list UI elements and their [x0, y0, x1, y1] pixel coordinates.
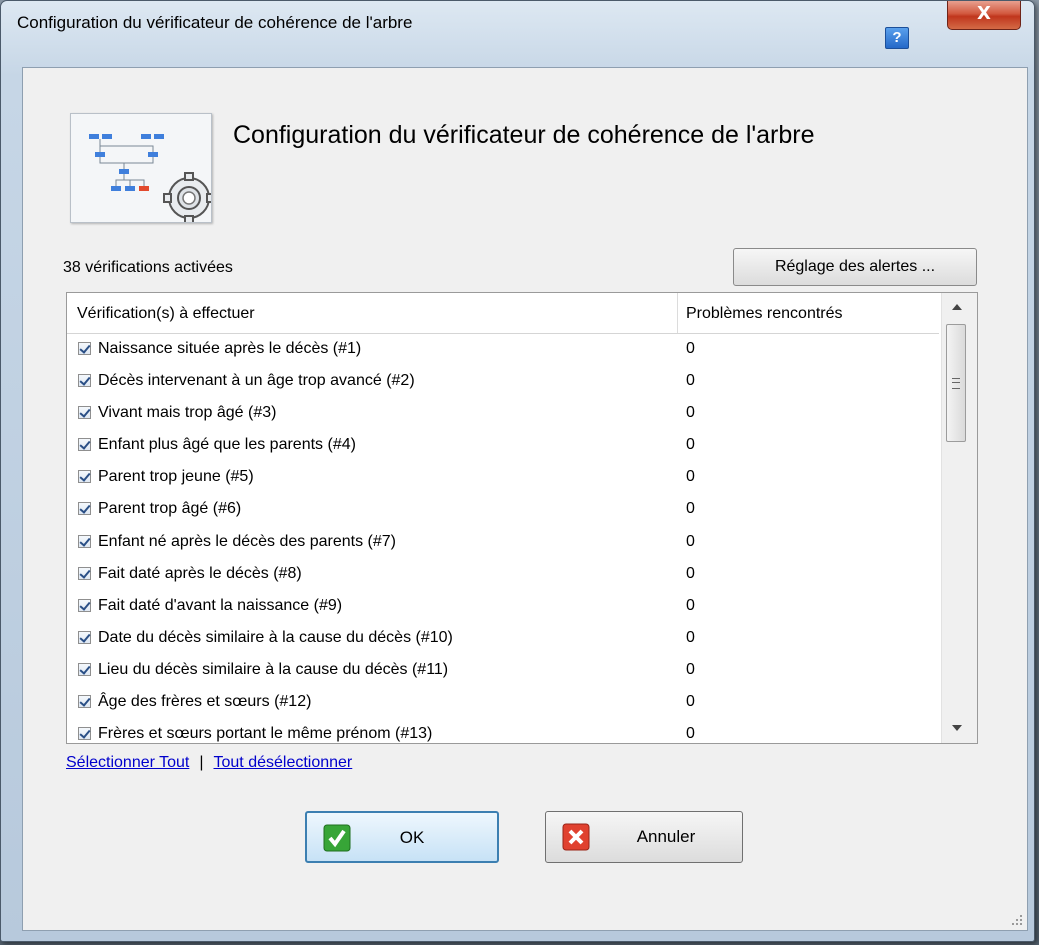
table-row[interactable]: Fait daté après le décès (#8) 0	[67, 559, 939, 591]
problems-count: 0	[686, 340, 695, 357]
problems-count: 0	[686, 725, 695, 743]
row-checkbox[interactable]	[78, 342, 91, 355]
vertical-scrollbar[interactable]	[941, 293, 977, 743]
problems-count: 0	[686, 532, 695, 550]
check-label: Lieu du décès similaire à la cause du dé…	[98, 660, 449, 678]
row-checkbox[interactable]	[78, 406, 91, 420]
row-checkbox[interactable]	[78, 630, 91, 644]
table-row[interactable]: Parent trop jeune (#5) 0	[67, 462, 939, 494]
table-row[interactable]: Lieu du décès similaire à la cause du dé…	[67, 655, 939, 687]
table-row[interactable]: Date du décès similaire à la cause du dé…	[67, 623, 939, 655]
table-header: Vérification(s) à effectuer Problèmes re…	[67, 293, 939, 334]
row-checkbox[interactable]	[78, 470, 91, 484]
link-separator: |	[199, 754, 204, 771]
page-title: Configuration du vérificateur de cohéren…	[233, 121, 815, 149]
table-row[interactable]: Enfant plus âgé que les parents (#4) 0	[67, 430, 939, 462]
column-divider[interactable]	[677, 293, 678, 333]
problems-count: 0	[686, 500, 695, 518]
table-body: Naissance située après le décès (#1) 0 Déc…	[67, 334, 939, 743]
scroll-up-arrow-icon[interactable]	[952, 304, 962, 310]
alerts-settings-button[interactable]: Réglage des alertes ...	[733, 248, 977, 286]
column-header-problems[interactable]: Problèmes rencontrés	[686, 305, 843, 323]
problems-count: 0	[686, 693, 695, 711]
cancel-button-label: Annuler	[636, 827, 696, 846]
table-row[interactable]: Parent trop âgé (#6) 0	[67, 494, 939, 526]
row-checkbox[interactable]	[78, 566, 91, 580]
selection-links: Sélectionner Tout | Tout désélectionner	[66, 754, 352, 772]
cancel-button[interactable]: Annuler	[545, 811, 743, 863]
ok-button-label: OK	[399, 828, 425, 847]
table-row[interactable]: Vivant mais trop âgé (#3) 0	[67, 398, 939, 430]
check-label: Vivant mais trop âgé (#3)	[98, 404, 277, 422]
scroll-thumb[interactable]	[946, 324, 966, 442]
title-bar: Configuration du vérificateur de cohéren…	[1, 1, 1034, 51]
row-checkbox[interactable]	[78, 502, 91, 516]
row-checkbox[interactable]	[78, 662, 91, 676]
problems-count: 0	[686, 468, 695, 486]
check-label: Parent trop âgé (#6)	[98, 500, 242, 518]
check-label: Fait daté d'avant la naissance (#9)	[98, 596, 343, 614]
problems-count: 0	[686, 660, 695, 678]
row-checkbox[interactable]	[78, 727, 91, 741]
deselect-all-link[interactable]: Tout désélectionner	[214, 754, 353, 771]
row-checkbox[interactable]	[78, 438, 91, 452]
table-row[interactable]: Fait daté d'avant la naissance (#9) 0	[67, 591, 939, 623]
select-all-link[interactable]: Sélectionner Tout	[66, 754, 189, 771]
check-label: Décès intervenant à un âge trop avancé (…	[98, 372, 415, 390]
check-label: Fait daté après le décès (#8)	[98, 564, 302, 582]
problems-count: 0	[686, 564, 695, 582]
column-header-check[interactable]: Vérification(s) à effectuer	[77, 305, 255, 323]
dialog-body: Configuration du vérificateur de cohéren…	[22, 67, 1028, 931]
row-checkbox[interactable]	[78, 534, 91, 548]
problems-count: 0	[686, 628, 695, 646]
enabled-count-label: 38 vérifications activées	[63, 259, 233, 276]
problems-count: 0	[686, 596, 695, 614]
check-label: Frères et sœurs portant le même prénom (…	[98, 725, 433, 743]
close-button[interactable]: X	[947, 1, 1021, 30]
row-checkbox[interactable]	[78, 695, 91, 709]
check-label: Enfant né après le décès des parents (#7…	[98, 532, 396, 550]
check-label: Enfant plus âgé que les parents (#4)	[98, 436, 356, 454]
row-checkbox[interactable]	[78, 374, 91, 388]
grip-icon	[952, 378, 960, 389]
table-row[interactable]: Frères et sœurs portant le même prénom (…	[67, 719, 939, 743]
table-row[interactable]: Enfant né après le décès des parents (#7…	[67, 527, 939, 559]
table-row[interactable]: Décès intervenant à un âge trop avancé (…	[67, 366, 939, 398]
check-label: Naissance située après le décès (#1)	[98, 340, 362, 357]
problems-count: 0	[686, 436, 695, 454]
check-label: Âge des frères et sœurs (#12)	[98, 693, 312, 711]
scroll-down-arrow-icon[interactable]	[952, 725, 962, 731]
row-checkbox[interactable]	[78, 598, 91, 612]
dialog-window: Configuration du vérificateur de cohéren…	[0, 0, 1035, 942]
tree-checker-icon	[70, 113, 212, 223]
window-title: Configuration du vérificateur de cohéren…	[17, 13, 413, 32]
table-row[interactable]: Naissance située après le décès (#1) 0	[67, 334, 939, 366]
checks-table: Vérification(s) à effectuer Problèmes re…	[66, 292, 978, 744]
resize-grip-icon[interactable]	[1011, 914, 1023, 926]
problems-count: 0	[686, 404, 695, 422]
ok-button[interactable]: OK	[305, 811, 499, 863]
help-button[interactable]: ?	[885, 27, 909, 49]
problems-count: 0	[686, 372, 695, 390]
check-label: Date du décès similaire à la cause du dé…	[98, 628, 453, 646]
check-label: Parent trop jeune (#5)	[98, 468, 254, 486]
table-row[interactable]: Âge des frères et sœurs (#12) 0	[67, 687, 939, 719]
